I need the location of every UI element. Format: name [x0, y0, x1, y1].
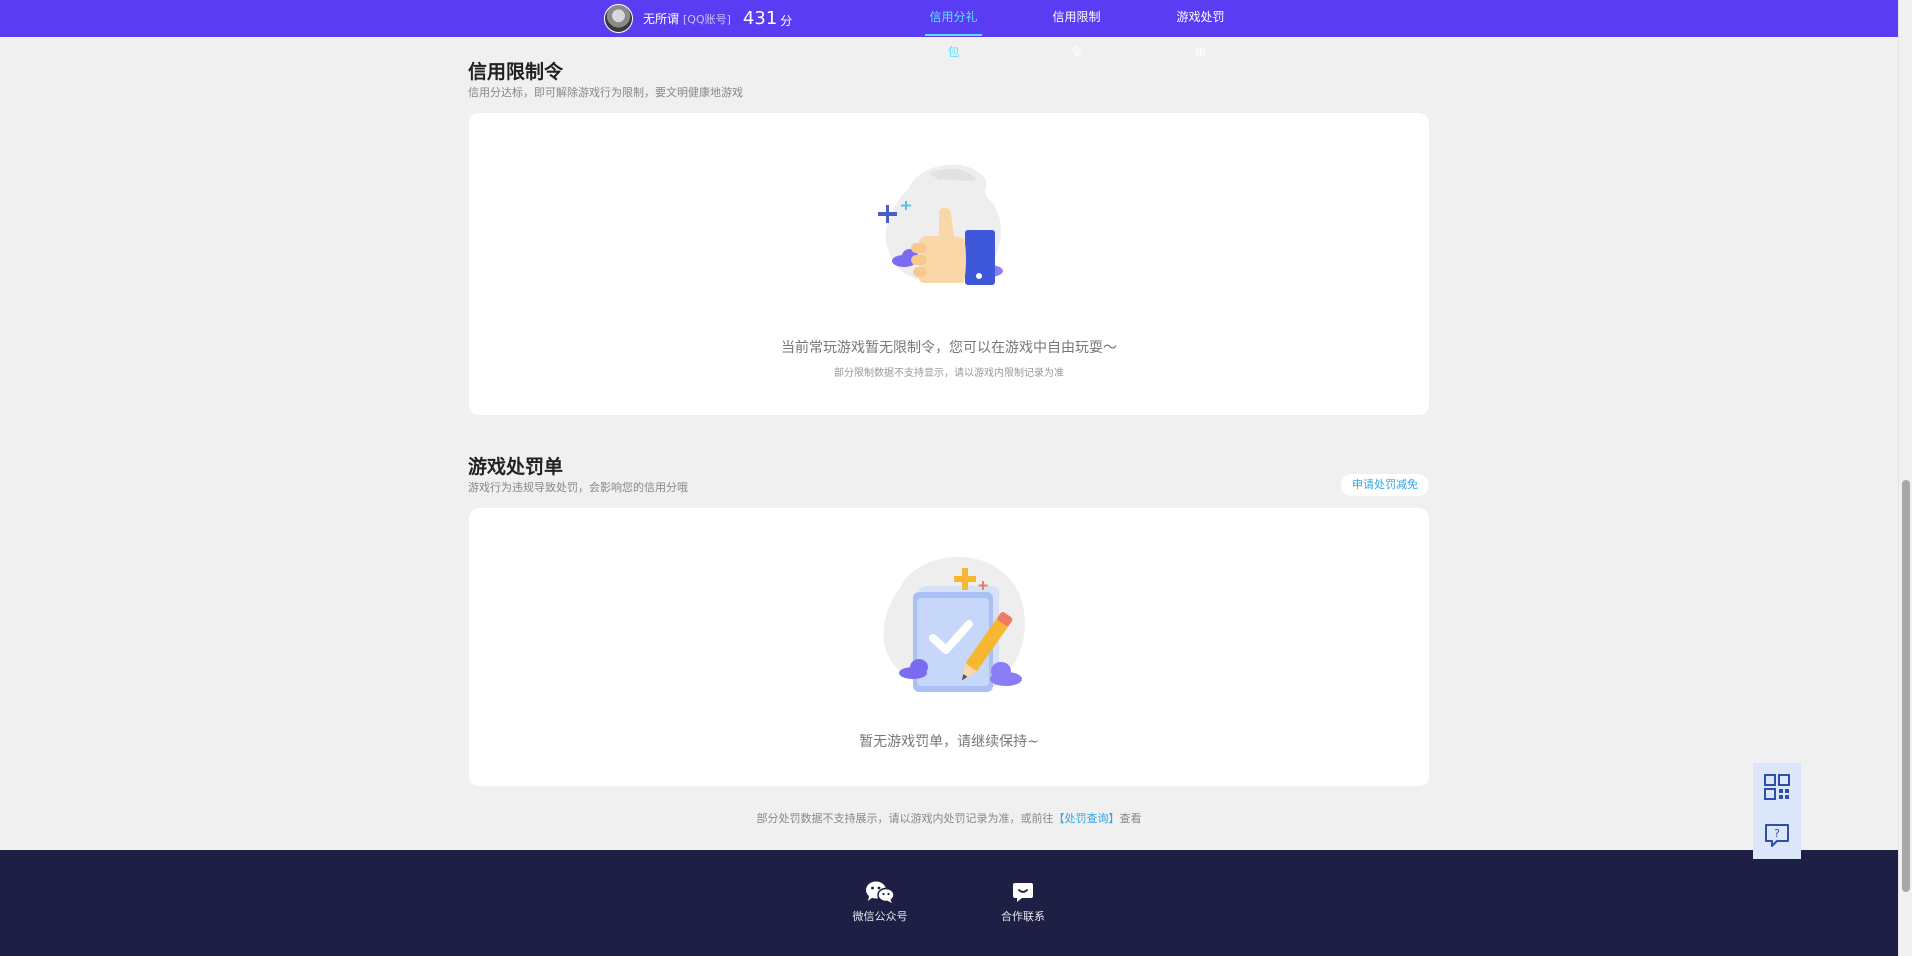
wechat-icon [866, 881, 895, 903]
footer-wechat[interactable]: 微信公众号 [840, 880, 920, 924]
note-text-after: 查看 [1119, 812, 1142, 825]
account-type: [QQ账号] [683, 12, 731, 26]
penalty-query-link[interactable]: 【处罚查询】 [1054, 812, 1120, 825]
penalty-title: 游戏处罚单 [468, 456, 564, 478]
restriction-title: 信用限制令 [468, 61, 564, 83]
svg-text:?: ? [1774, 827, 1780, 840]
penalty-subtitle: 游戏行为违规导致处罚，会影响您的信用分哦 [468, 481, 688, 494]
user-name: 无所谓 [643, 12, 680, 26]
penalty-empty-text: 暂无游戏罚单，请继续保持~ [859, 734, 1039, 750]
tab-credit-restriction[interactable]: 信用限制令 [1048, 0, 1105, 59]
footer-contact-label: 合作联系 [1001, 910, 1045, 923]
thumbs-up-illustration [878, 164, 1003, 285]
restriction-subtitle: 信用分达标，即可解除游戏行为限制，要文明健康地游戏 [468, 86, 743, 99]
penalty-card: 暂无游戏罚单，请继续保持~ [469, 508, 1429, 786]
scrollbar-thumb[interactable] [1902, 480, 1910, 892]
footer-wechat-label: 微信公众号 [852, 910, 908, 923]
footer: 微信公众号 合作联系 [0, 850, 1898, 956]
qrcode-icon [1764, 774, 1790, 800]
restriction-empty-text: 当前常玩游戏暂无限制令，您可以在游戏中自由玩耍～ [781, 340, 1117, 356]
restriction-empty-subtext: 部分限制数据不支持显示，请以游戏内限制记录为准 [834, 368, 1064, 379]
appeal-penalty-button[interactable]: 申请处罚减免 [1341, 474, 1429, 496]
chat-bubble-icon [1013, 883, 1033, 902]
help-feedback-icon: ? [1765, 824, 1789, 847]
note-text: 部分处罚数据不支持展示，请以游戏内处罚记录为准，或前往 [756, 812, 1054, 825]
score-unit: 分 [780, 14, 793, 28]
help-feedback-button[interactable]: ? [1753, 811, 1801, 859]
page-scrollbar[interactable] [1898, 0, 1912, 956]
top-nav-bar: 无所谓 [QQ账号] 431 分 信用分礼包 信用限制令 游戏处罚单 [0, 0, 1898, 59]
credit-score: 431 [742, 8, 778, 29]
avatar[interactable] [604, 4, 633, 33]
qrcode-button[interactable] [1753, 763, 1801, 811]
penalty-data-note: 部分处罚数据不支持展示，请以游戏内处罚记录为准，或前往【处罚查询】查看 [0, 810, 1898, 826]
clipboard-check-illustration [883, 556, 1025, 692]
footer-contact[interactable]: 合作联系 [983, 880, 1063, 924]
restriction-card: 当前常玩游戏暂无限制令，您可以在游戏中自由玩耍～ 部分限制数据不支持显示，请以游… [469, 113, 1429, 415]
tab-credit-gift[interactable]: 信用分礼包 [925, 0, 982, 59]
tab-game-penalty[interactable]: 游戏处罚单 [1172, 0, 1229, 59]
user-info: 无所谓 [QQ账号] 431 分 [604, 4, 792, 33]
